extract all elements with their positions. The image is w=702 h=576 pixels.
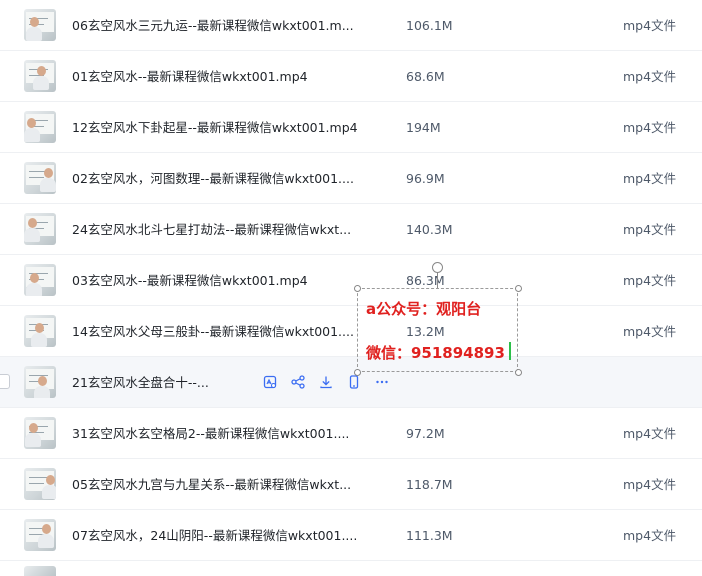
- file-name[interactable]: 06玄空风水三元九运--最新课程微信wkxt001.m...: [72, 0, 354, 51]
- video-thumbnail: [24, 162, 56, 194]
- file-type: mp4文件: [623, 324, 677, 339]
- video-thumbnail: [24, 315, 56, 347]
- file-name[interactable]: 02玄空风水，河图数理--最新课程微信wkxt001....: [72, 153, 354, 204]
- video-thumbnail: [24, 366, 56, 398]
- file-type: mp4文件: [623, 171, 677, 186]
- file-name[interactable]: 03玄空风水--最新课程微信wkxt001.mp4: [72, 255, 308, 306]
- file-type: mp4文件: [623, 120, 677, 135]
- file-name[interactable]: 14玄空风水父母三般卦--最新课程微信wkxt001....: [72, 306, 354, 357]
- video-thumbnail: [24, 519, 56, 551]
- file-row[interactable]: 03玄空风水--最新课程微信wkxt001.mp4 86.3M mp4文件: [0, 255, 702, 306]
- file-row[interactable]: 14玄空风水父母三般卦--最新课程微信wkxt001.... 13.2M mp4文件: [0, 306, 702, 357]
- overlay-line-1[interactable]: a公众号：观阳台: [366, 298, 481, 319]
- file-size: 106.1M: [406, 18, 453, 33]
- video-thumbnail: [24, 468, 56, 500]
- overlay-line-2[interactable]: 微信：951894893: [366, 342, 505, 363]
- video-thumbnail: [24, 60, 56, 92]
- file-size: 97.2M: [406, 426, 445, 441]
- rotate-handle-line: [437, 272, 438, 288]
- file-row[interactable]: 07玄空风水，24山阴阳--最新课程微信wkxt001.... 111.3M mp4…: [0, 510, 702, 561]
- rotate-handle[interactable]: [432, 262, 443, 273]
- file-name[interactable]: 24玄空风水北斗七星打劫法--最新课程微信wkxt...: [72, 204, 351, 255]
- file-size: 111.3M: [406, 528, 453, 543]
- file-thumbnail: [24, 566, 56, 576]
- row-checkbox[interactable]: [0, 374, 10, 389]
- file-row[interactable]: 05玄空风水九宫与九星关系--最新课程微信wkxt... 118.7M mp4文件: [0, 459, 702, 510]
- file-name[interactable]: 12玄空风水下卦起星--最新课程微信wkxt001.mp4: [72, 102, 358, 153]
- file-name[interactable]: 31玄空风水玄空格局2--最新课程微信wkxt001....: [72, 408, 349, 459]
- file-type: mp4文件: [623, 426, 677, 441]
- file-type: mp4文件: [623, 18, 677, 33]
- file-size: 194M: [406, 120, 441, 135]
- resize-handle-top-left[interactable]: [354, 285, 361, 292]
- file-name[interactable]: 05玄空风水九宫与九星关系--最新课程微信wkxt...: [72, 459, 351, 510]
- file-type: mp4文件: [623, 528, 677, 543]
- more-icon[interactable]: [374, 373, 390, 391]
- file-name[interactable]: 21玄空风水全盘合十--...: [72, 357, 209, 408]
- download-icon[interactable]: [318, 373, 334, 391]
- file-row[interactable]: 31玄空风水玄空格局2--最新课程微信wkxt001.... 97.2M mp4文件: [0, 408, 702, 459]
- file-type: mp4文件: [623, 222, 677, 237]
- file-row[interactable]: 24玄空风水北斗七星打劫法--最新课程微信wkxt... 140.3M mp4文件: [0, 204, 702, 255]
- file-row[interactable]: 12玄空风水下卦起星--最新课程微信wkxt001.mp4 194M mp4文件: [0, 102, 702, 153]
- phone-icon[interactable]: [346, 373, 362, 391]
- resize-handle-bottom-left[interactable]: [354, 369, 361, 376]
- file-size: 96.9M: [406, 171, 445, 186]
- file-type: mp4文件: [623, 477, 677, 492]
- save-icon[interactable]: [262, 373, 278, 391]
- file-type: mp4文件: [623, 273, 677, 288]
- video-thumbnail: [24, 417, 56, 449]
- file-name[interactable]: 07玄空风水，24山阴阳--最新课程微信wkxt001....: [72, 510, 357, 561]
- resize-handle-top-right[interactable]: [515, 285, 522, 292]
- file-row[interactable]: 21玄空风水全盘合十--...: [0, 357, 702, 408]
- video-thumbnail: [24, 264, 56, 296]
- file-size: 140.3M: [406, 222, 453, 237]
- text-cursor: [509, 342, 511, 360]
- file-name[interactable]: 01玄空风水--最新课程微信wkxt001.mp4: [72, 51, 308, 102]
- share-icon[interactable]: [290, 373, 306, 391]
- video-thumbnail: [24, 213, 56, 245]
- file-row[interactable]: 02玄空风水，河图数理--最新课程微信wkxt001.... 96.9M mp4文件: [0, 153, 702, 204]
- file-size: 68.6M: [406, 69, 445, 84]
- resize-handle-bottom-right[interactable]: [515, 369, 522, 376]
- file-row[interactable]: 06玄空风水三元九运--最新课程微信wkxt001.m... 106.1M mp4文…: [0, 0, 702, 51]
- file-type: mp4文件: [623, 69, 677, 84]
- file-size: 118.7M: [406, 477, 453, 492]
- video-thumbnail: [24, 9, 56, 41]
- video-thumbnail: [24, 111, 56, 143]
- file-row[interactable]: 01玄空风水--最新课程微信wkxt001.mp4 68.6M mp4文件: [0, 51, 702, 102]
